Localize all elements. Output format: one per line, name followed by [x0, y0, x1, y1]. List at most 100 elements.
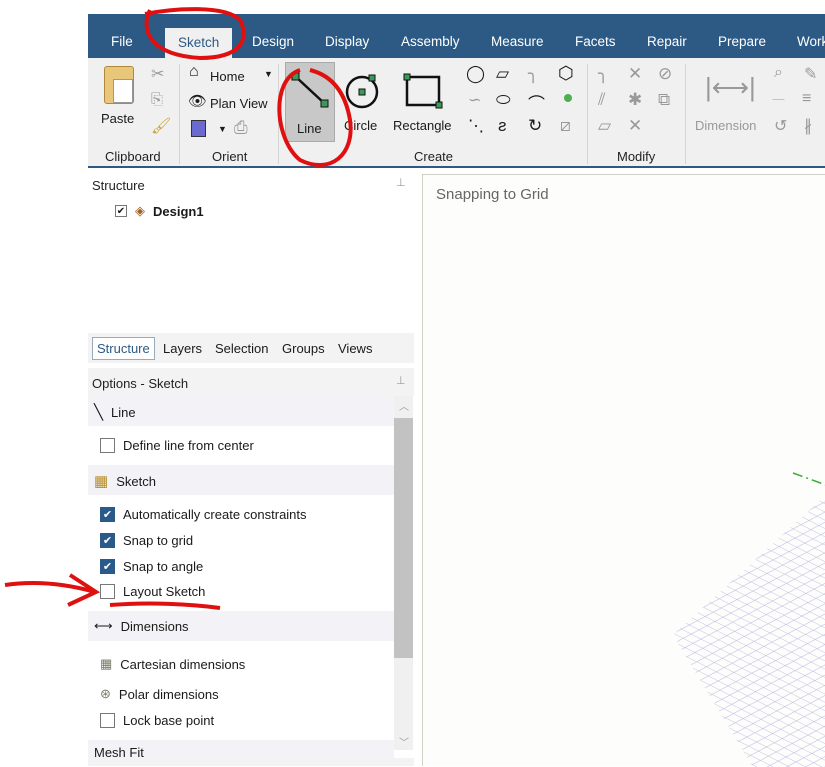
option-label: Define line from center: [123, 438, 254, 453]
plan-view-button[interactable]: Plan View: [210, 96, 268, 111]
rectangle-button[interactable]: Rectangle: [393, 118, 452, 133]
tab-design[interactable]: Design: [252, 34, 294, 49]
offset-icon[interactable]: ⊘: [658, 64, 672, 84]
tab-groups[interactable]: Groups: [282, 341, 325, 356]
auto-constraints-option[interactable]: ✔ Automatically create constraints: [100, 507, 307, 522]
design-icon: ◈: [135, 203, 145, 218]
tab-measure[interactable]: Measure: [491, 34, 544, 49]
left-panel: Structure ⊥ ✔ ◈ Design1 Structure Layers…: [88, 174, 414, 766]
line-label: Line: [297, 121, 322, 136]
corner-icon[interactable]: ╮: [598, 64, 608, 84]
clipboard-group-label: Clipboard: [105, 149, 161, 164]
fillet-icon[interactable]: ╮: [528, 64, 538, 84]
tab-workshop[interactable]: Work: [797, 34, 825, 49]
checkbox[interactable]: [100, 713, 115, 728]
hatch-icon[interactable]: ≡: [802, 90, 811, 108]
tab-sketch[interactable]: Sketch: [165, 28, 233, 58]
menu-bar: File Sketch Design Display Assembly Meas…: [88, 14, 825, 58]
move-icon[interactable]: ▱: [598, 116, 611, 136]
line-button[interactable]: Line: [285, 62, 335, 142]
offset-curve-icon[interactable]: ⫽: [598, 90, 606, 110]
arc-icon[interactable]: ⌒: [528, 90, 545, 115]
view-cube-icon[interactable]: [191, 120, 206, 137]
option-label: Layout Sketch: [123, 584, 206, 599]
tree-item-label: Design1: [153, 203, 204, 219]
point-icon[interactable]: [564, 94, 572, 102]
scrollbar-thumb[interactable]: [394, 418, 413, 658]
tab-views[interactable]: Views: [338, 341, 372, 356]
tab-assembly[interactable]: Assembly: [401, 34, 460, 49]
format-painter-icon[interactable]: 🖌: [151, 116, 171, 136]
pin-icon[interactable]: ⊥: [396, 176, 406, 189]
project-icon[interactable]: ⧉: [658, 90, 670, 110]
tab-facets[interactable]: Facets: [575, 34, 616, 49]
paste-icon[interactable]: [104, 66, 134, 104]
section-label: Sketch: [116, 473, 156, 489]
pin-icon[interactable]: ⊥: [396, 374, 406, 387]
option-label: Snap to grid: [123, 533, 194, 548]
polygon-icon[interactable]: ◯: [466, 64, 485, 84]
checkbox[interactable]: [100, 584, 115, 599]
design-viewport[interactable]: Snapping to Grid: [422, 174, 825, 767]
tab-structure[interactable]: Structure: [92, 337, 155, 360]
tab-prepare[interactable]: Prepare: [718, 34, 766, 49]
ellipse-icon[interactable]: ⬭: [496, 90, 511, 110]
checkbox[interactable]: ✔: [115, 205, 127, 217]
chevron-down-icon[interactable]: ▼: [264, 69, 273, 79]
face-curve-icon[interactable]: ⧄: [560, 116, 571, 136]
split-icon[interactable]: ✱: [628, 90, 642, 110]
ribbon: Paste ✂ ⎘ 🖌 Clipboard ⌂ Home ▼ 👁 Plan Vi…: [88, 58, 825, 168]
create-group-label: Create: [414, 149, 454, 164]
construction-line-icon[interactable]: ⋱: [468, 116, 484, 136]
polar-icon: ⊛: [100, 686, 111, 701]
option-label: Automatically create constraints: [123, 507, 307, 522]
sketch-grid: [673, 472, 825, 767]
tangent-arc-icon[interactable]: ƨ: [498, 116, 507, 136]
plane-icon[interactable]: ⏤: [772, 90, 785, 108]
lock-base-point-option[interactable]: Lock base point: [100, 713, 214, 728]
scroll-up-icon[interactable]: ︿: [399, 398, 409, 413]
cut-icon[interactable]: ✂: [151, 64, 164, 84]
polar-dimensions-option[interactable]: ⊛ Polar dimensions: [100, 686, 219, 702]
polygon-hex-icon[interactable]: ⬡: [558, 63, 574, 84]
snap-to-angle-option[interactable]: ✔ Snap to angle: [100, 559, 203, 574]
cartesian-dimensions-option[interactable]: ▦ Cartesian dimensions: [100, 656, 245, 672]
align-icon[interactable]: ∦: [804, 116, 812, 136]
sketch-icon: ▦: [94, 473, 109, 490]
checkbox[interactable]: [100, 438, 115, 453]
tab-repair[interactable]: Repair: [647, 34, 687, 49]
circle-icon[interactable]: [342, 72, 382, 112]
modify-group-label: Modify: [617, 149, 656, 164]
checkbox[interactable]: ✔: [100, 533, 115, 548]
copy-icon[interactable]: ⎘: [151, 91, 163, 108]
tree-item-design1[interactable]: ✔ ◈ Design1: [115, 203, 204, 219]
trim-icon[interactable]: ✕: [628, 64, 642, 84]
tab-selection[interactable]: Selection: [215, 341, 268, 356]
paste-button[interactable]: Paste: [101, 111, 134, 126]
snap-to-grid-option[interactable]: ✔ Snap to grid: [100, 533, 193, 548]
bend-icon[interactable]: ✕: [628, 116, 642, 136]
three-point-rectangle-icon[interactable]: ▱: [496, 64, 509, 84]
rotate-icon[interactable]: ↺: [774, 116, 787, 136]
scrollbar[interactable]: ︿ ﹀: [394, 396, 413, 750]
define-line-from-center-option[interactable]: Define line from center: [100, 438, 254, 453]
pin-icon[interactable]: ✎: [804, 64, 817, 84]
sweep-arc-icon[interactable]: ↻: [528, 116, 542, 136]
zoom-icon[interactable]: ⌕: [774, 64, 783, 82]
checkbox[interactable]: ✔: [100, 507, 115, 522]
chevron-down-icon[interactable]: ▼: [218, 124, 227, 134]
circle-button[interactable]: Circle: [344, 118, 377, 133]
dimension-button[interactable]: Dimension: [695, 118, 756, 133]
rectangle-icon[interactable]: [402, 72, 444, 112]
scroll-down-icon[interactable]: ﹀: [399, 734, 409, 749]
home-button[interactable]: Home: [210, 69, 245, 84]
tab-file[interactable]: File: [111, 34, 133, 49]
option-label: Polar dimensions: [118, 686, 219, 702]
tab-layers[interactable]: Layers: [163, 341, 202, 356]
snap-view-icon[interactable]: ⎙: [234, 118, 248, 138]
checkbox[interactable]: ✔: [100, 559, 115, 574]
layout-sketch-option[interactable]: Layout Sketch: [100, 584, 205, 599]
tab-display[interactable]: Display: [325, 34, 369, 49]
section-label: Dimensions: [120, 618, 189, 634]
spline-icon[interactable]: ∽: [468, 90, 481, 110]
